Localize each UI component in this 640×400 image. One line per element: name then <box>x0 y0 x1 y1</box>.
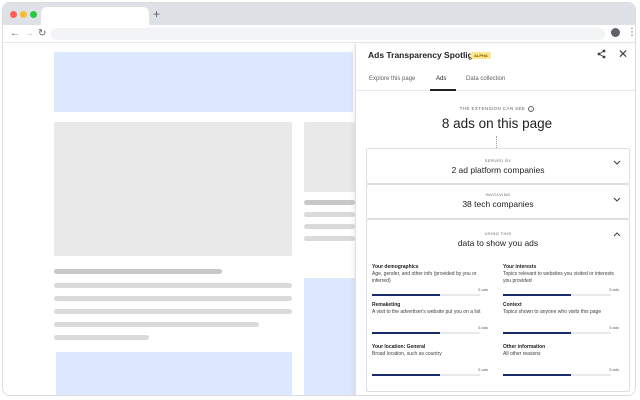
forward-icon[interactable]: → <box>24 27 34 41</box>
data-type-item: Remaketing A visit to the advertiser's we… <box>372 302 488 340</box>
side-banner-placeholder <box>304 278 355 395</box>
image-placeholder <box>54 122 292 256</box>
data-type-description: Broad location, such as country <box>372 351 442 357</box>
data-type-bar-track <box>372 374 480 376</box>
panel-title: Ads Transparency Spotlight <box>368 50 481 60</box>
data-type-description: All other reasons <box>503 351 541 357</box>
can-see-caption: THE EXTENSION CAN SEE i <box>356 106 635 112</box>
using-text: data to show you ads <box>457 238 539 248</box>
data-type-bar-track <box>503 294 611 296</box>
browser-window: + ← → ↻ ⋮ Ads Transparency Spotlight ALP… <box>2 2 636 396</box>
text-line <box>54 283 292 288</box>
active-tab-indicator <box>430 89 456 91</box>
close-window-button[interactable] <box>10 11 17 18</box>
text-line <box>54 322 259 327</box>
data-type-bar-track <box>372 294 480 296</box>
using-caption: USING THIS <box>484 231 512 236</box>
side-text-line <box>304 212 355 217</box>
browser-tab[interactable] <box>41 7 149 25</box>
ads-count-heading: 8 ads on this page <box>441 116 553 131</box>
data-type-title: Context <box>503 302 522 308</box>
data-type-ad-count: 5 ads <box>478 287 488 292</box>
address-bar[interactable] <box>51 28 605 40</box>
data-type-item: Your interests Topics relevant to website… <box>503 264 619 302</box>
new-tab-button[interactable]: + <box>153 7 160 21</box>
data-type-ad-count: 5 ads <box>478 367 488 372</box>
served-by-caption: SERVED BY <box>484 158 512 163</box>
text-line <box>54 335 149 340</box>
data-type-title: Your demographics <box>372 264 419 270</box>
data-type-bar-fill <box>372 294 441 296</box>
close-icon[interactable]: ✕ <box>618 47 628 61</box>
side-image-placeholder <box>304 122 355 192</box>
data-type-bar-fill <box>503 374 572 376</box>
tab-explore-this-page[interactable]: Explore this page <box>369 76 415 82</box>
involving-caption: INVOLVING <box>485 192 511 197</box>
browser-toolbar: ← → ↻ ⋮ <box>3 25 635 43</box>
minimize-window-button[interactable] <box>20 11 27 18</box>
using-data-card: USING THIS data to show you ads Your dem… <box>366 219 630 392</box>
data-type-item: Your demographics Age, gender, and other … <box>372 264 488 302</box>
panel-header: Ads Transparency Spotlight ALPHA ✕ <box>356 44 635 68</box>
back-icon[interactable]: ← <box>10 27 20 41</box>
connector-line <box>496 136 497 148</box>
chevron-down-icon[interactable] <box>613 160 621 167</box>
data-type-bar-track <box>503 332 611 334</box>
data-type-description: A visit to the advertiser's website put … <box>372 309 481 315</box>
data-type-bar-fill <box>503 294 572 296</box>
can-see-label: THE EXTENSION CAN SEE <box>459 106 526 112</box>
involving-text: 38 tech companies <box>462 199 534 209</box>
side-text-line <box>304 224 355 229</box>
data-type-ad-count: 5 ads <box>609 287 619 292</box>
chevron-down-icon[interactable] <box>613 197 621 204</box>
alpha-badge: ALPHA <box>471 52 491 59</box>
side-text-line <box>304 236 355 241</box>
reload-icon[interactable]: ↻ <box>38 27 46 41</box>
extension-side-panel: Ads Transparency Spotlight ALPHA ✕ Explo… <box>355 44 635 395</box>
text-line <box>54 309 292 314</box>
data-type-item: Context Topics shown to anyone who visits… <box>503 302 619 340</box>
profile-avatar[interactable] <box>611 28 620 37</box>
share-icon[interactable] <box>597 49 606 62</box>
data-type-title: Other information <box>503 344 546 350</box>
data-type-ad-count: 5 ads <box>609 367 619 372</box>
data-type-title: Your location: General <box>372 344 426 350</box>
data-type-title: Remaketing <box>372 302 401 308</box>
heading-line <box>54 269 222 274</box>
data-type-bar-fill <box>503 332 572 334</box>
bottom-banner-placeholder <box>56 352 292 395</box>
involving-card[interactable]: INVOLVING 38 tech companies <box>366 184 630 219</box>
info-icon[interactable]: i <box>528 106 535 112</box>
data-type-item: Other information All other reasons 5 ads <box>503 344 619 382</box>
maximize-window-button[interactable] <box>30 11 37 18</box>
side-text-line <box>304 200 355 205</box>
data-type-description: Topics relevant to websites you visited … <box>503 271 614 284</box>
data-type-description: Topics shown to anyone who visits this p… <box>503 309 602 315</box>
tab-strip: + <box>3 3 635 25</box>
browser-menu-icon[interactable]: ⋮ <box>627 26 635 40</box>
text-line <box>54 296 292 301</box>
data-type-item: Your location: General Broad location, su… <box>372 344 488 382</box>
served-by-card[interactable]: SERVED BY 2 ad platform companies <box>366 148 630 184</box>
tab-data-collection[interactable]: Data collection <box>466 76 505 82</box>
data-type-ad-count: 5 ads <box>478 325 488 330</box>
served-by-text: 2 ad platform companies <box>451 165 545 175</box>
tab-ads[interactable]: Ads <box>436 76 446 82</box>
data-type-bar-fill <box>372 332 441 334</box>
data-type-title: Your interests <box>503 264 537 270</box>
banner-placeholder <box>54 52 353 112</box>
data-type-ad-count: 5 ads <box>609 325 619 330</box>
chevron-up-icon[interactable] <box>613 232 621 239</box>
data-type-bar-track <box>503 374 611 376</box>
data-type-description: Age, gender, and other info (provided by… <box>372 271 477 284</box>
data-type-bar-track <box>372 332 480 334</box>
panel-tabs: Explore this page Ads Data collection <box>356 70 635 91</box>
data-type-bar-fill <box>372 374 441 376</box>
page-content <box>3 44 355 395</box>
